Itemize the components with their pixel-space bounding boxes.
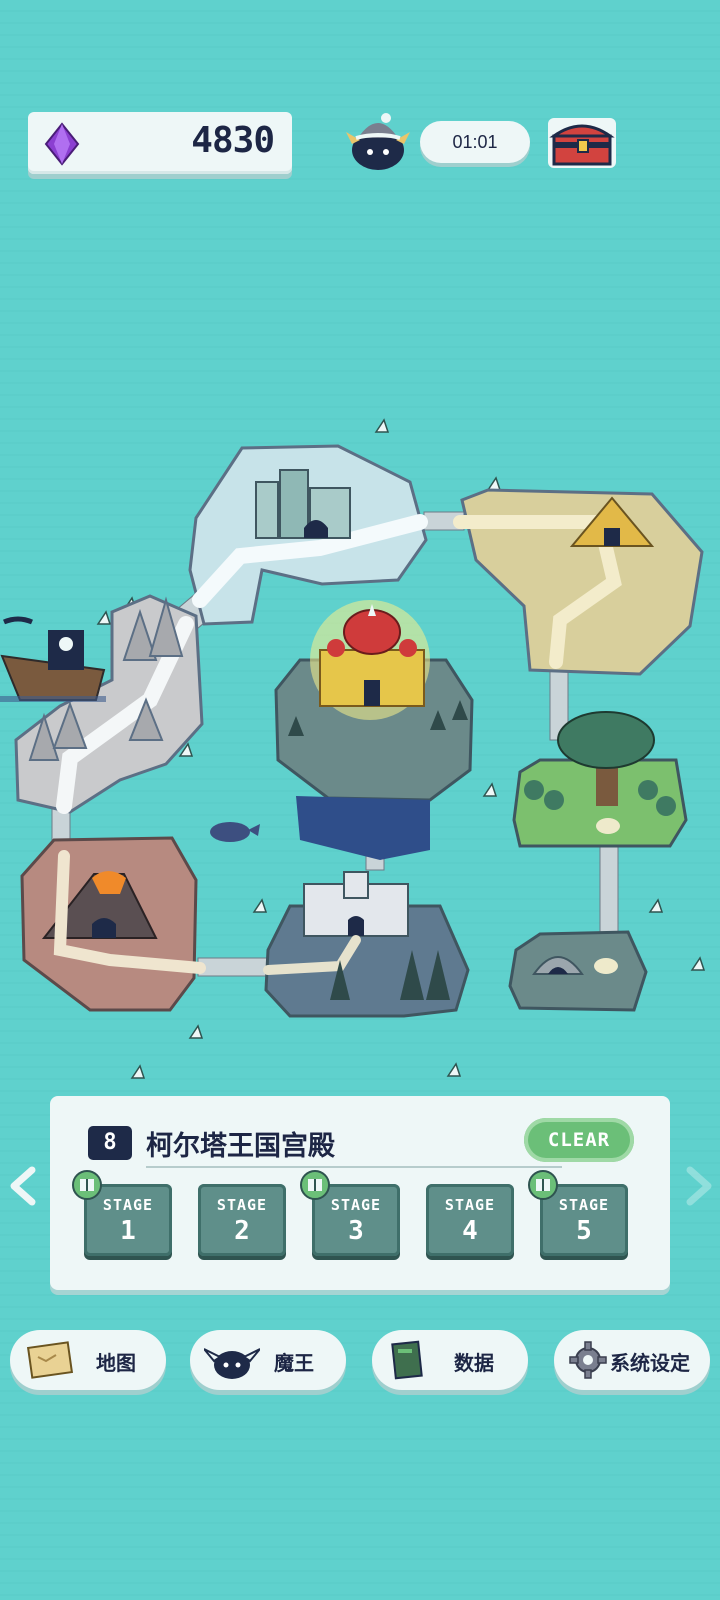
treasure-chest-icon[interactable] [544, 112, 620, 172]
stage-number: 3 [348, 1216, 364, 1246]
data-nav-label: 数据 [454, 1351, 494, 1375]
book-icon [528, 1170, 558, 1200]
stage-select-panel: 8 柯尔塔王国宫殿 CLEAR STAGE 1 STAGE 2 STAGE 3 … [50, 1096, 670, 1290]
map-scroll-icon [26, 1341, 74, 1379]
whale-icon [210, 822, 260, 842]
next-area-arrow-icon[interactable] [680, 1166, 716, 1206]
stage-number: 5 [576, 1216, 592, 1246]
demon-king-icon [204, 1348, 260, 1379]
settings-nav-button[interactable]: 系统设定 [554, 1330, 710, 1390]
demon-king-avatar-icon[interactable] [346, 112, 410, 172]
map-nav-button[interactable]: 地图 [10, 1330, 166, 1390]
gem-counter: 4830 [28, 112, 292, 174]
gem-count: 4830 [191, 120, 275, 161]
previous-area-arrow-icon[interactable] [6, 1166, 42, 1206]
data-nav-button[interactable]: 数据 [372, 1330, 528, 1390]
stage-5-button[interactable]: STAGE 5 [528, 1170, 628, 1256]
demon-king-nav-label: 魔王 [274, 1351, 314, 1375]
map-nav-label: 地图 [96, 1351, 136, 1375]
stage-4-button[interactable]: STAGE 4 [426, 1184, 514, 1256]
cave-island[interactable] [508, 930, 648, 1012]
gear-icon [569, 1341, 607, 1379]
area-number-badge: 8 [88, 1126, 132, 1160]
volcano-island[interactable] [20, 836, 206, 1012]
forest-island[interactable] [512, 711, 688, 848]
stage-2-button[interactable]: STAGE 2 [198, 1184, 286, 1256]
stage-number: 2 [234, 1216, 250, 1246]
stage-number: 4 [462, 1216, 478, 1246]
stage-number: 1 [120, 1216, 136, 1246]
pirate-ship-icon[interactable] [0, 616, 106, 702]
stage-1-button[interactable]: STAGE 1 [72, 1170, 172, 1256]
book-icon [72, 1170, 102, 1200]
stage-3-button[interactable]: STAGE 3 [300, 1170, 400, 1256]
stage-label: STAGE [444, 1196, 496, 1214]
world-map [0, 418, 706, 1079]
clear-badge: CLEAR [524, 1118, 634, 1162]
book-data-icon [391, 1340, 423, 1380]
royal-palace-island[interactable] [274, 600, 474, 860]
stage-label: STAGE [216, 1196, 268, 1214]
stone-castle-island[interactable] [263, 871, 470, 1018]
area-title: 柯尔塔王国宫殿 [146, 1131, 335, 1162]
play-timer: 01:01 [420, 121, 530, 163]
book-icon [300, 1170, 330, 1200]
desert-island[interactable] [453, 488, 704, 676]
rocky-peaks-island[interactable] [14, 594, 204, 814]
demon-king-nav-button[interactable]: 魔王 [190, 1330, 346, 1390]
settings-nav-label: 系统设定 [610, 1351, 690, 1375]
snow-island[interactable] [188, 444, 428, 626]
title-underline [146, 1166, 562, 1168]
gem-icon [44, 122, 80, 166]
